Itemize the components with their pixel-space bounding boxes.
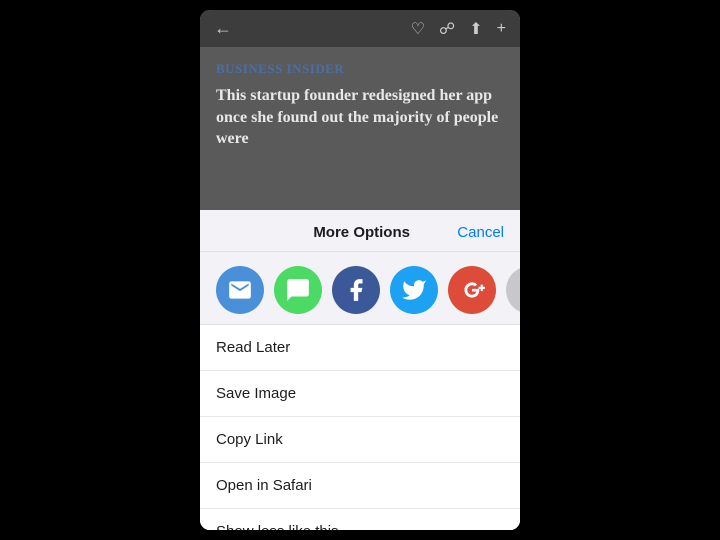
copy-link-item[interactable]: Copy Link bbox=[200, 417, 520, 463]
message-icon bbox=[285, 277, 311, 303]
nav-icons: ♡ ☍ ⬆ + bbox=[411, 19, 506, 39]
facebook-icon bbox=[343, 277, 369, 303]
comment-icon[interactable]: ☍ bbox=[439, 19, 455, 39]
share-message-button[interactable] bbox=[274, 266, 322, 314]
share-facebook-button[interactable] bbox=[332, 266, 380, 314]
twitter-icon bbox=[401, 277, 427, 303]
heart-icon[interactable]: ♡ bbox=[411, 19, 425, 39]
open-safari-item[interactable]: Open in Safari bbox=[200, 463, 520, 509]
read-later-item[interactable]: Read Later bbox=[200, 325, 520, 371]
share-mail-button[interactable] bbox=[216, 266, 264, 314]
bottom-sheet: More Options Cancel bbox=[200, 210, 520, 530]
back-icon[interactable]: ← bbox=[214, 18, 232, 39]
show-less-item[interactable]: Show less like this bbox=[200, 509, 520, 530]
article-content: Business Insider This startup founder re… bbox=[200, 47, 520, 210]
sheet-title: More Options bbox=[266, 224, 457, 241]
article-nav: ← ♡ ☍ ⬆ + bbox=[200, 10, 520, 47]
more-dots-icon bbox=[517, 277, 520, 303]
plus-icon[interactable]: + bbox=[497, 20, 506, 38]
share-gplus-button[interactable] bbox=[448, 266, 496, 314]
share-icons-row bbox=[200, 252, 520, 325]
save-image-item[interactable]: Save Image bbox=[200, 371, 520, 417]
mail-icon bbox=[227, 277, 253, 303]
gplus-icon bbox=[459, 277, 485, 303]
article-source: Business Insider bbox=[216, 61, 504, 77]
share-more-button[interactable] bbox=[506, 266, 520, 314]
phone-container: ← ♡ ☍ ⬆ + Business Insider This startup … bbox=[200, 10, 520, 530]
menu-list: Read Later Save Image Copy Link Open in … bbox=[200, 325, 520, 530]
article-title: This startup founder redesigned her app … bbox=[216, 85, 504, 150]
share-icon[interactable]: ⬆ bbox=[469, 19, 482, 39]
cancel-button[interactable]: Cancel bbox=[457, 224, 504, 241]
sheet-header: More Options Cancel bbox=[200, 210, 520, 252]
share-twitter-button[interactable] bbox=[390, 266, 438, 314]
article-preview: ← ♡ ☍ ⬆ + Business Insider This startup … bbox=[200, 10, 520, 210]
